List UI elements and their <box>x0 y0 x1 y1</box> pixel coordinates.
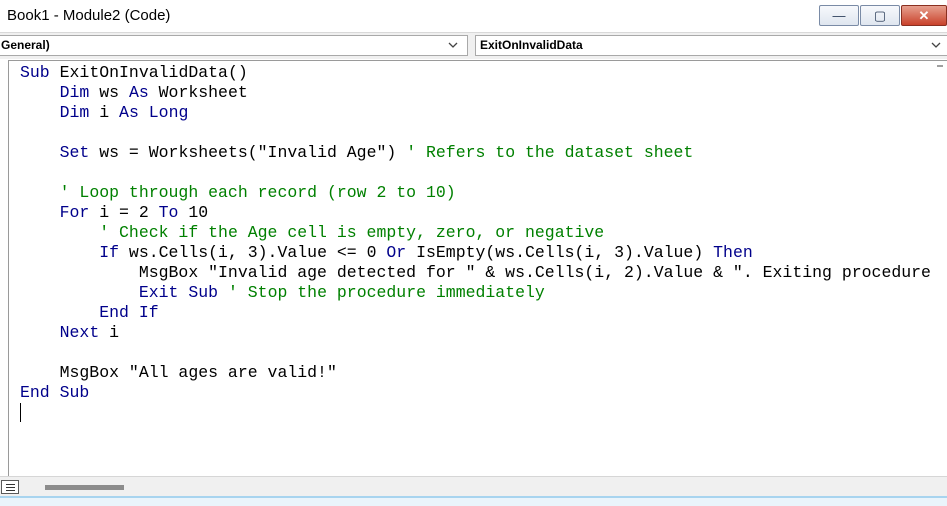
code-keyword: Then <box>713 243 753 262</box>
procedure-view-icon[interactable] <box>1 480 19 494</box>
code-keyword: End <box>20 383 50 402</box>
procedure-dropdown-value: ExitOnInvalidData <box>480 38 583 52</box>
object-dropdown[interactable]: General) <box>0 35 468 56</box>
minimize-icon: — <box>832 8 846 23</box>
code-line[interactable]: ' Check if the Age cell is empty, zero, … <box>20 223 931 243</box>
chevron-down-icon[interactable] <box>447 39 459 51</box>
code-keyword: As <box>119 103 139 122</box>
code-keyword: If <box>138 303 159 322</box>
title-bar: ▮ Book1 - Module2 (Code) — ▢ ✕ <box>0 0 947 33</box>
code-keyword: End <box>99 303 129 322</box>
horizontal-scrollbar-thumb[interactable] <box>45 485 124 490</box>
text-cursor <box>20 403 21 422</box>
code-comment: ' Refers to the dataset sheet <box>406 143 694 162</box>
code-keyword: Sub <box>188 283 219 302</box>
code-comment: ' Stop the procedure immediately <box>227 283 545 302</box>
window-controls: — ▢ ✕ <box>819 5 947 27</box>
code-keyword: Or <box>386 243 407 262</box>
code-line[interactable]: Exit Sub ' Stop the procedure immediatel… <box>20 283 931 303</box>
close-icon: ✕ <box>918 7 930 23</box>
code-line[interactable]: Dim i As Long <box>20 103 931 123</box>
code-text: 10 <box>178 203 209 222</box>
code-line[interactable] <box>20 343 931 363</box>
procedure-combo-bar: General) ExitOnInvalidData <box>0 33 947 59</box>
code-line[interactable]: Next i <box>20 323 931 343</box>
code-keyword: Set <box>59 143 90 162</box>
code-line[interactable] <box>20 163 931 183</box>
code-text: ws = Worksheets("Invalid Age") <box>89 143 407 162</box>
code-line[interactable]: MsgBox "All ages are valid!" <box>20 363 931 383</box>
code-keyword: Next <box>59 323 100 342</box>
code-line[interactable] <box>20 123 931 143</box>
maximize-button[interactable]: ▢ <box>860 5 900 26</box>
code-line[interactable]: End Sub <box>20 383 931 403</box>
code-keyword: For <box>59 203 90 222</box>
module-icon: ▮ <box>0 8 4 24</box>
code-text: i <box>99 323 120 342</box>
code-text: ws <box>89 83 129 102</box>
object-dropdown-value: General) <box>1 38 50 52</box>
code-keyword: Exit <box>138 283 179 302</box>
code-line[interactable]: Sub ExitOnInvalidData() <box>20 63 931 83</box>
code-keyword: Dim <box>59 83 90 102</box>
code-text: i = 2 <box>89 203 159 222</box>
code-keyword: If <box>99 243 120 262</box>
code-keyword: Sub <box>20 63 50 82</box>
code-keyword: Long <box>148 103 189 122</box>
window-title: Book1 - Module2 (Code) <box>7 7 171 24</box>
code-line[interactable]: MsgBox "Invalid age detected for " & ws.… <box>20 263 931 283</box>
code-line[interactable]: If ws.Cells(i, 3).Value <= 0 Or IsEmpty(… <box>20 243 931 263</box>
code-text: i <box>89 103 120 122</box>
code-line[interactable]: ' Loop through each record (row 2 to 10) <box>20 183 931 203</box>
code-window[interactable]: Sub ExitOnInvalidData() Dim ws As Worksh… <box>20 63 931 403</box>
close-button[interactable]: ✕ <box>901 5 947 26</box>
code-text: MsgBox "All ages are valid!" <box>20 363 337 382</box>
minimize-button[interactable]: — <box>819 5 859 26</box>
code-text: MsgBox "Invalid age detected for " & ws.… <box>20 263 931 282</box>
code-text: ExitOnInvalidData() <box>49 63 248 82</box>
code-line[interactable]: End If <box>20 303 931 323</box>
code-text: Worksheet <box>148 83 248 102</box>
chevron-down-icon[interactable] <box>930 39 942 51</box>
code-line[interactable]: Set ws = Worksheets("Invalid Age") ' Ref… <box>20 143 931 163</box>
code-line[interactable]: For i = 2 To 10 <box>20 203 931 223</box>
code-keyword: To <box>158 203 179 222</box>
code-keyword: Sub <box>59 383 90 402</box>
bottom-border <box>0 496 947 506</box>
code-keyword: Dim <box>59 103 90 122</box>
procedure-dropdown[interactable]: ExitOnInvalidData <box>475 35 947 56</box>
code-text: ws.Cells(i, 3).Value <= 0 <box>119 243 387 262</box>
vertical-scrollbar[interactable] <box>937 65 943 67</box>
maximize-icon: ▢ <box>873 7 887 23</box>
code-window-footer <box>0 476 947 496</box>
code-text: IsEmpty(ws.Cells(i, 3).Value) <box>406 243 714 262</box>
code-comment: ' Check if the Age cell is empty, zero, … <box>99 223 605 242</box>
code-keyword: As <box>128 83 149 102</box>
code-comment: ' Loop through each record (row 2 to 10) <box>59 183 456 202</box>
code-line[interactable]: Dim ws As Worksheet <box>20 83 931 103</box>
